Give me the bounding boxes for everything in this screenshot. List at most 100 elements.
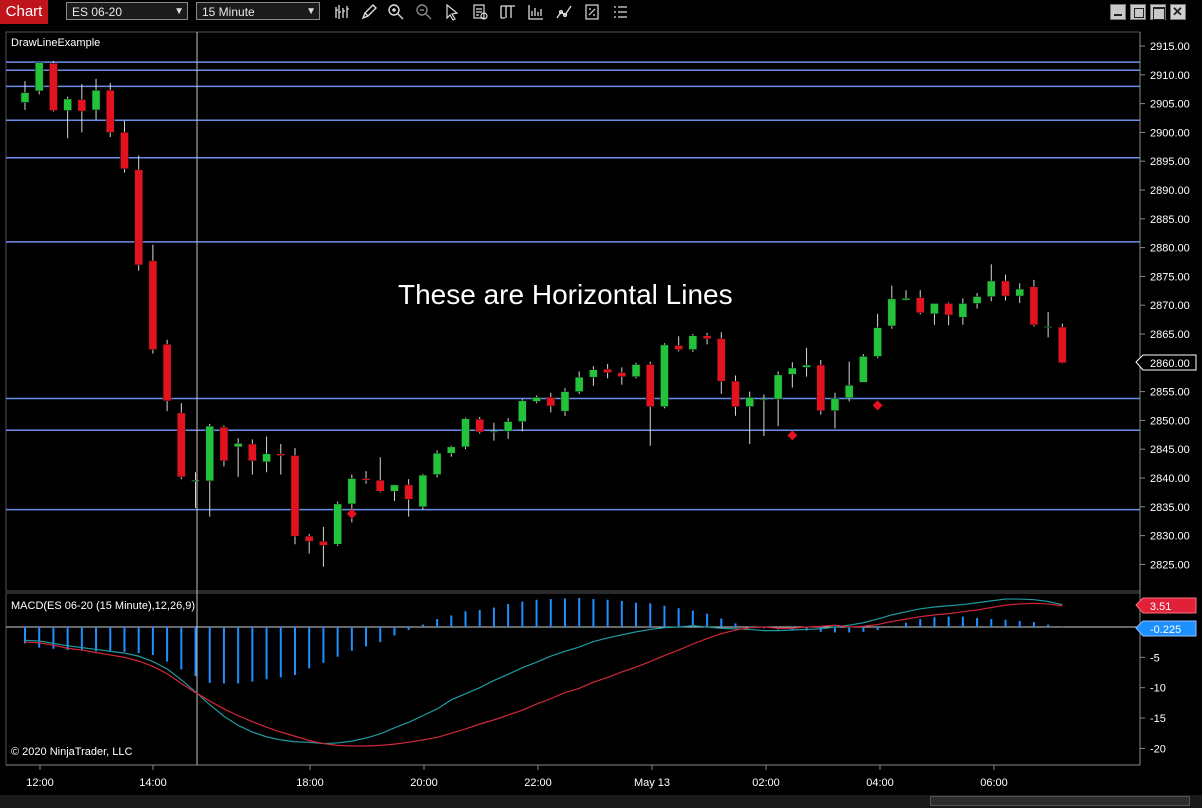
candle-body <box>859 356 868 383</box>
candle <box>120 120 129 173</box>
candle-body <box>873 327 882 357</box>
close-icon[interactable]: ✕ <box>1170 4 1186 20</box>
candle-body <box>177 412 186 478</box>
candle-body <box>390 484 399 492</box>
bar-style-icon[interactable] <box>333 3 351 21</box>
chart-toolbar: Chart ES 06-20 ▼ 15 Minute ▼ ✕ <box>0 0 1202 24</box>
macd-axis-label: -10 <box>1150 683 1166 695</box>
candle <box>660 343 669 409</box>
candle-body <box>347 478 357 505</box>
candle-body <box>418 474 428 508</box>
candle-body <box>475 418 484 433</box>
candle-body <box>106 90 115 133</box>
candle <box>731 375 740 416</box>
indicators-icon[interactable] <box>527 3 545 21</box>
candle <box>1015 283 1024 303</box>
price-axis: 2915.00 2910.00 2905.00 2900.00 2895.00 2890.… <box>1140 41 1190 571</box>
minimize-icon[interactable] <box>1110 4 1126 20</box>
candle-body <box>1001 280 1010 297</box>
candle-body <box>702 335 712 339</box>
candle-body <box>248 443 257 461</box>
data-box-icon[interactable] <box>471 3 489 21</box>
pointer-icon[interactable] <box>443 3 461 21</box>
candle <box>333 501 342 546</box>
candle-body <box>930 303 939 315</box>
signal-marker <box>872 400 883 411</box>
candle <box>518 399 527 432</box>
candle <box>162 339 172 412</box>
candle <box>134 155 143 271</box>
candle-body <box>361 478 371 481</box>
candle-body <box>915 297 925 313</box>
chart-annotation-text[interactable]: These are Horizontal Lines <box>398 279 733 310</box>
price-axis-label: 2865.00 <box>1150 329 1190 341</box>
candle <box>546 392 556 413</box>
zoom-in-icon[interactable] <box>387 3 405 21</box>
price-axis-label: 2890.00 <box>1150 185 1190 197</box>
restore-icon[interactable] <box>1130 4 1146 20</box>
candle <box>972 293 982 309</box>
macd-avg-line <box>24 598 1063 745</box>
candle-body <box>134 169 143 266</box>
templates-icon[interactable] <box>583 3 601 21</box>
candle <box>361 471 371 484</box>
candle-body <box>49 63 58 111</box>
time-axis-label: 20:00 <box>410 777 438 789</box>
chart-trader-icon[interactable] <box>611 3 629 21</box>
candle <box>873 313 882 359</box>
candle <box>177 403 186 480</box>
candle-body <box>432 452 442 475</box>
drawing-tools-icon[interactable] <box>360 3 378 21</box>
candle-body <box>788 367 797 375</box>
price-panel-border <box>5 31 1141 592</box>
properties-icon[interactable] <box>499 3 517 21</box>
candle-body <box>731 380 740 407</box>
macd-value-tag: 3.51 <box>1135 597 1197 614</box>
time-axis-label: 02:00 <box>752 777 780 789</box>
candle <box>233 438 243 477</box>
signal-markers <box>346 400 883 519</box>
candle <box>191 472 200 508</box>
macd-panel-border <box>5 592 1141 766</box>
strategies-icon[interactable] <box>555 3 573 21</box>
instrument-select[interactable]: ES 06-20 ▼ <box>66 2 188 20</box>
candle <box>987 264 996 302</box>
interval-select[interactable]: 15 Minute ▼ <box>196 2 320 20</box>
candle <box>603 363 612 379</box>
candle <box>262 436 271 473</box>
time-axis: 12:00 14:00 18:00 20:00 22:00 May 13 02:00 04:0… <box>26 765 1008 789</box>
price-axis-label: 2845.00 <box>1150 444 1190 456</box>
candle-body <box>63 98 72 111</box>
price-axis-label: 2885.00 <box>1150 214 1190 226</box>
candle-body <box>447 446 456 454</box>
horizontal-scrollbar[interactable] <box>0 795 1202 808</box>
candle-body <box>262 453 271 463</box>
candle <box>717 332 726 394</box>
candle-body <box>1043 326 1053 328</box>
app-title: Chart <box>0 0 48 24</box>
candle-body <box>205 425 214 482</box>
candle <box>461 417 470 450</box>
candle <box>49 60 58 112</box>
candle-body <box>802 364 811 368</box>
candle <box>1043 312 1053 338</box>
candle <box>560 388 570 416</box>
candle <box>77 84 87 133</box>
candle-body <box>574 376 584 392</box>
candle <box>944 302 953 326</box>
candle-body <box>560 391 570 412</box>
candle <box>376 457 385 493</box>
candle-body <box>674 345 683 350</box>
maximize-icon[interactable] <box>1150 4 1166 20</box>
chart-canvas[interactable]: 2915.00 2910.00 2905.00 2900.00 2895.00 2890.… <box>0 24 1202 795</box>
candle-body <box>518 400 527 422</box>
candle <box>432 450 442 478</box>
scrollbar-thumb[interactable] <box>930 796 1190 806</box>
candle <box>844 361 854 402</box>
candle-body <box>631 364 641 377</box>
copyright-text: © 2020 NinjaTrader, LLC <box>11 746 132 758</box>
candle-body <box>276 453 286 456</box>
candle <box>574 371 584 394</box>
instrument-value: ES 06-20 <box>72 5 123 19</box>
zoom-out-icon[interactable] <box>415 3 433 21</box>
